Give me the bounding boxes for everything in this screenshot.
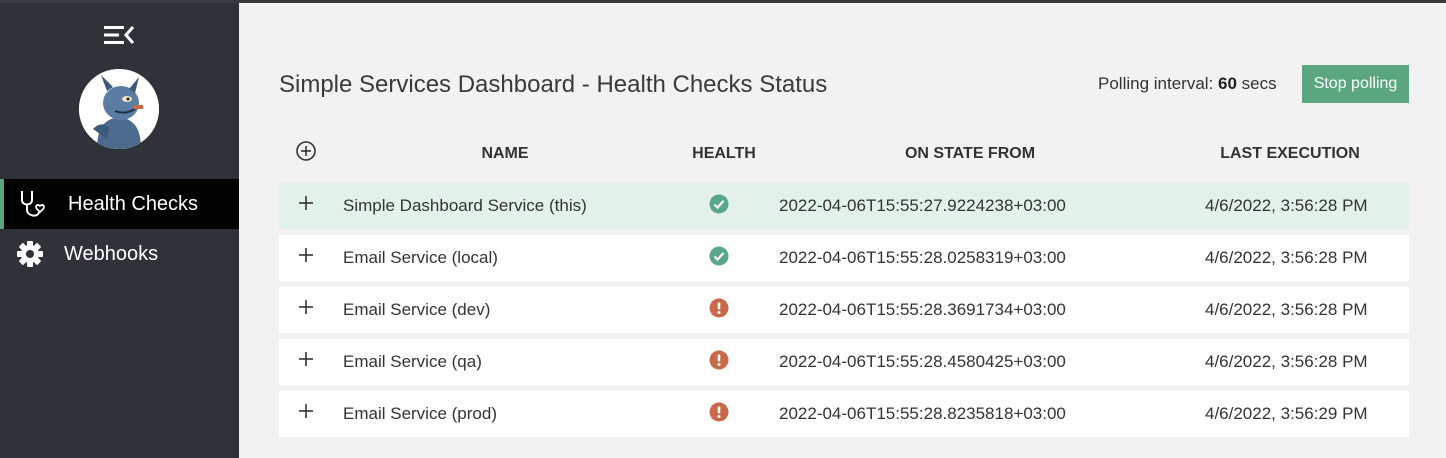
stop-polling-button[interactable]: Stop polling [1302, 65, 1409, 103]
service-name: Email Service (local) [343, 248, 498, 267]
expand-all-icon[interactable] [295, 140, 317, 162]
column-header-last-execution[interactable]: LAST EXECUTION [1180, 144, 1400, 164]
last-execution: 4/6/2022, 3:56:28 PM [1205, 248, 1368, 267]
on-state-from: 2022-04-06T15:55:28.3691734+03:00 [779, 300, 1066, 319]
sidebar-item-health-checks[interactable]: Health Checks [0, 179, 239, 229]
main-content: Simple Services Dashboard - Health Check… [239, 3, 1446, 458]
sidebar: Health Checks Webhooks [0, 3, 239, 458]
column-header-health[interactable]: HEALTH [674, 144, 774, 164]
menu-collapse-icon[interactable] [102, 23, 136, 47]
stethoscope-icon [18, 188, 50, 220]
last-execution: 4/6/2022, 3:56:28 PM [1205, 300, 1368, 319]
expand-row-icon[interactable] [297, 246, 315, 264]
column-header-on-state-from[interactable]: ON STATE FROM [870, 144, 1070, 164]
sidebar-item-webhooks[interactable]: Webhooks [0, 229, 239, 279]
table-row[interactable]: Simple Dashboard Service (this) 2022-04-0… [279, 183, 1409, 229]
table-row[interactable]: Email Service (dev) 2022-04-06T15:55:28.3… [279, 287, 1409, 333]
service-name: Email Service (prod) [343, 404, 497, 423]
expand-row-icon[interactable] [297, 402, 315, 420]
last-execution: 4/6/2022, 3:56:29 PM [1205, 404, 1368, 423]
unhealthy-alert-icon [709, 298, 729, 318]
page-title: Simple Services Dashboard - Health Check… [279, 71, 828, 98]
expand-row-icon[interactable] [297, 350, 315, 368]
healthy-check-icon [709, 194, 729, 214]
sidebar-item-label: Webhooks [64, 243, 159, 265]
service-name: Email Service (dev) [343, 300, 491, 319]
on-state-from: 2022-04-06T15:55:28.8235818+03:00 [779, 404, 1066, 423]
sidebar-item-label: Health Checks [68, 193, 199, 215]
polling-label: Polling interval: [1098, 74, 1219, 93]
last-execution: 4/6/2022, 3:56:28 PM [1205, 352, 1368, 371]
table-row[interactable]: Email Service (prod) 2022-04-06T15:55:28.… [279, 391, 1409, 437]
table-row[interactable]: Email Service (qa) 2022-04-06T15:55:28.45… [279, 339, 1409, 385]
unhealthy-alert-icon [709, 402, 729, 422]
unhealthy-alert-icon [709, 350, 729, 370]
healthy-check-icon [709, 246, 729, 266]
expand-row-icon[interactable] [297, 194, 315, 212]
on-state-from: 2022-04-06T15:55:27.9224238+03:00 [779, 196, 1066, 215]
on-state-from: 2022-04-06T15:55:28.4580425+03:00 [779, 352, 1066, 371]
on-state-from: 2022-04-06T15:55:28.0258319+03:00 [779, 248, 1066, 267]
avatar [79, 69, 159, 149]
column-header-name[interactable]: NAME [455, 144, 555, 164]
last-execution: 4/6/2022, 3:56:28 PM [1205, 196, 1368, 215]
polling-interval: Polling interval: 60 secs [1098, 74, 1277, 94]
table-row[interactable]: Email Service (local) 2022-04-06T15:55:28… [279, 235, 1409, 281]
gear-icon [14, 238, 46, 270]
service-name: Email Service (qa) [343, 352, 482, 371]
expand-row-icon[interactable] [297, 298, 315, 316]
polling-value: 60 [1218, 74, 1237, 93]
service-name: Simple Dashboard Service (this) [343, 196, 587, 215]
polling-unit: secs [1236, 74, 1277, 93]
